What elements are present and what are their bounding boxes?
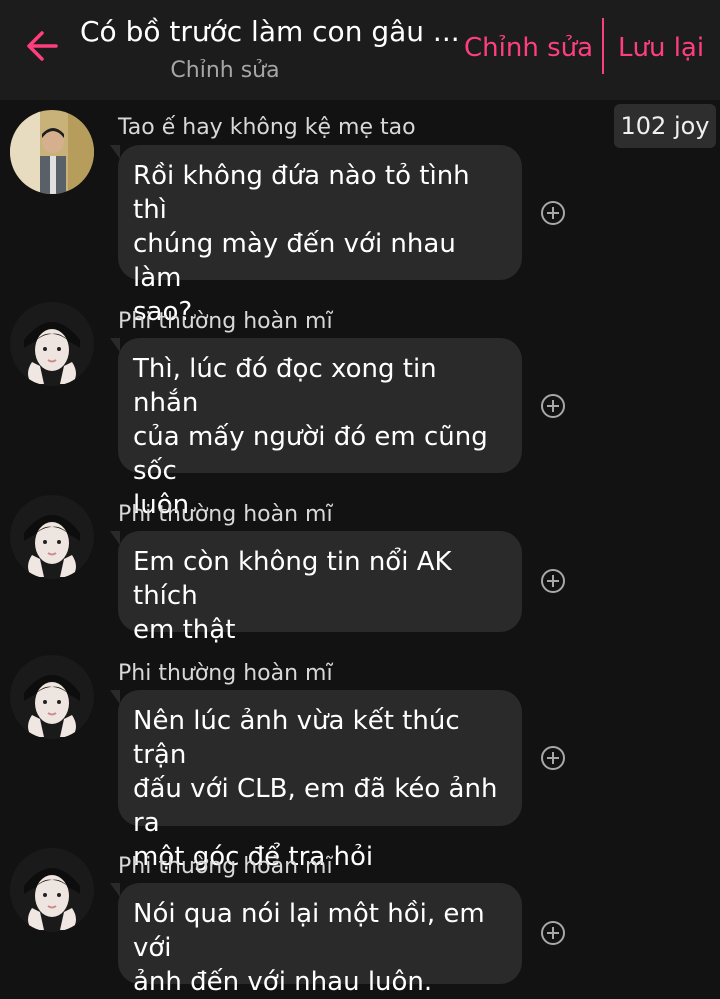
message-bubble[interactable]: Nên lúc ảnh vừa kết thúc trận đấu với CL… [110, 690, 522, 872]
face-hands-avatar-icon[interactable] [10, 495, 94, 579]
message-line: em thật [133, 615, 236, 645]
plus-circle-icon[interactable] [540, 200, 566, 226]
message-line: Em còn không tin nổi AK thích [133, 547, 452, 611]
sender-name: Phi thường hoàn mĩ [118, 854, 333, 879]
message-line: Thì, lúc đó đọc xong tin nhắn [133, 354, 437, 418]
plus-circle-icon[interactable] [540, 568, 566, 594]
man-in-suit-avatar-icon[interactable] [10, 110, 94, 194]
sender-name: Phi thường hoàn mĩ [118, 309, 333, 334]
sender-name: Phi thường hoàn mĩ [118, 502, 333, 527]
face-hands-avatar-icon[interactable] [10, 848, 94, 932]
save-button[interactable]: Lưu lại [618, 28, 704, 68]
page-subtitle: Chỉnh sửa [170, 58, 280, 83]
message-line: Nói qua nói lại một hồi, em với [133, 899, 485, 963]
joy-count-badge: 102 joy [614, 104, 716, 148]
face-hands-avatar-icon[interactable] [10, 302, 94, 386]
message-line: của mấy người đó em cũng sốc [133, 422, 488, 486]
page-title: Có bồ trước làm con gâu ... [80, 15, 460, 48]
message-line: ảnh đến với nhau luôn. [133, 967, 433, 997]
message-bubble[interactable]: Em còn không tin nổi AK thích em thật [110, 531, 522, 645]
sender-name: Tao ế hay không kệ mẹ tao [118, 115, 416, 140]
title-area: Có bồ trước làm con gâu ... Chỉnh sửa [80, 12, 460, 83]
message-bubble[interactable]: Nói qua nói lại một hồi, em với ảnh đến … [110, 883, 522, 997]
action-divider [602, 18, 604, 74]
back-arrow-icon[interactable] [22, 26, 62, 66]
plus-circle-icon[interactable] [540, 920, 566, 946]
sender-name: Phi thường hoàn mĩ [118, 661, 333, 686]
message-line: Nên lúc ảnh vừa kết thúc trận [133, 706, 460, 770]
message-line: chúng mày đến với nhau làm [133, 229, 456, 293]
face-hands-avatar-icon[interactable] [10, 655, 94, 739]
message-bubble[interactable]: Rồi không đứa nào tỏ tình thì chúng mày … [110, 145, 522, 327]
plus-circle-icon[interactable] [540, 393, 566, 419]
plus-circle-icon[interactable] [540, 745, 566, 771]
message-bubble[interactable]: Thì, lúc đó đọc xong tin nhắn của mấy ng… [110, 338, 522, 520]
edit-button[interactable]: Chỉnh sửa [464, 28, 593, 68]
message-line: đấu với CLB, em đã kéo ảnh ra [133, 774, 498, 838]
top-bar: Có bồ trước làm con gâu ... Chỉnh sửa Ch… [0, 0, 720, 100]
message-line: Rồi không đứa nào tỏ tình thì [133, 161, 470, 225]
